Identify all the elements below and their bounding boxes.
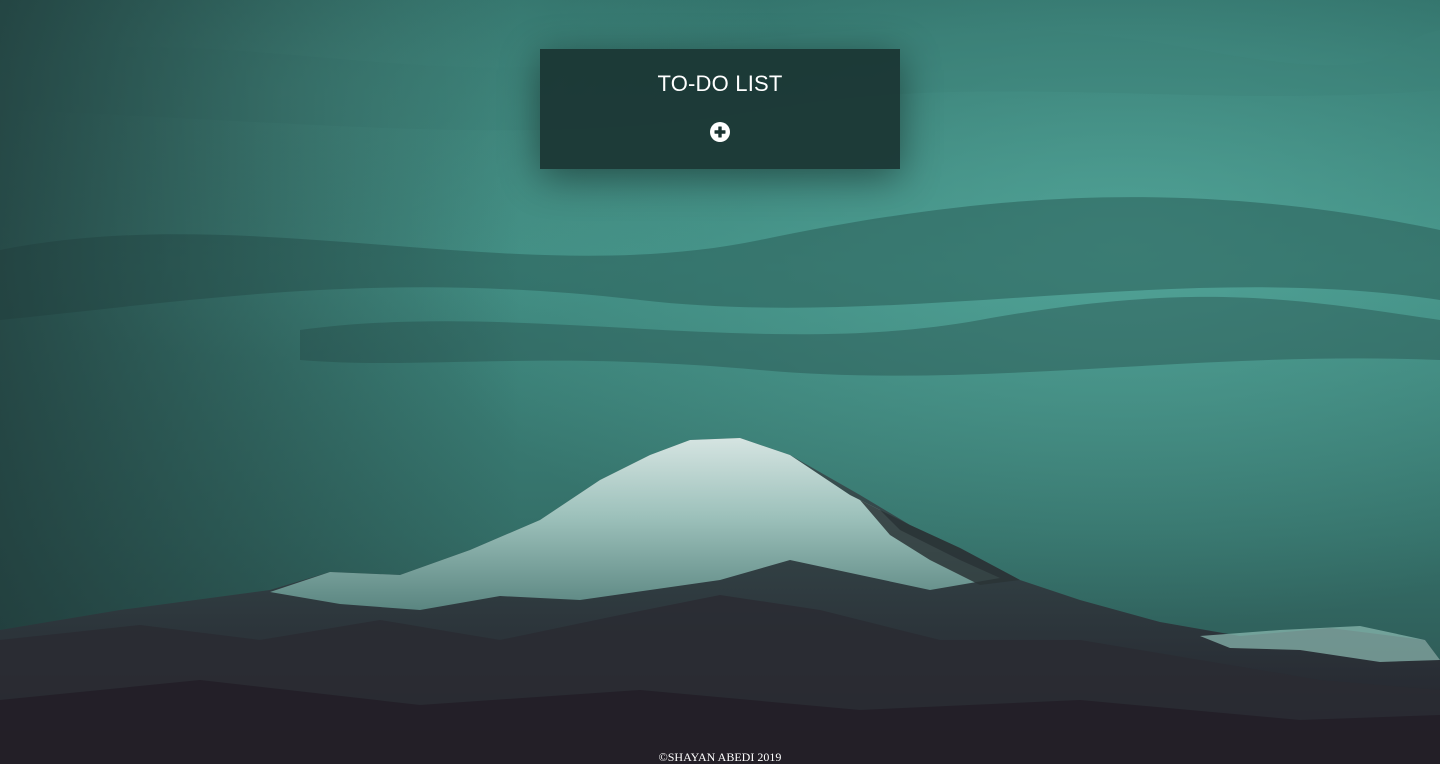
- plus-circle-icon: [710, 122, 730, 142]
- add-task-button[interactable]: [709, 121, 731, 143]
- todo-title: TO-DO LIST: [657, 71, 783, 96]
- todo-card: TO-DO LIST: [540, 49, 900, 169]
- copyright-footer: ©SHAYAN ABEDI 2019: [658, 750, 782, 764]
